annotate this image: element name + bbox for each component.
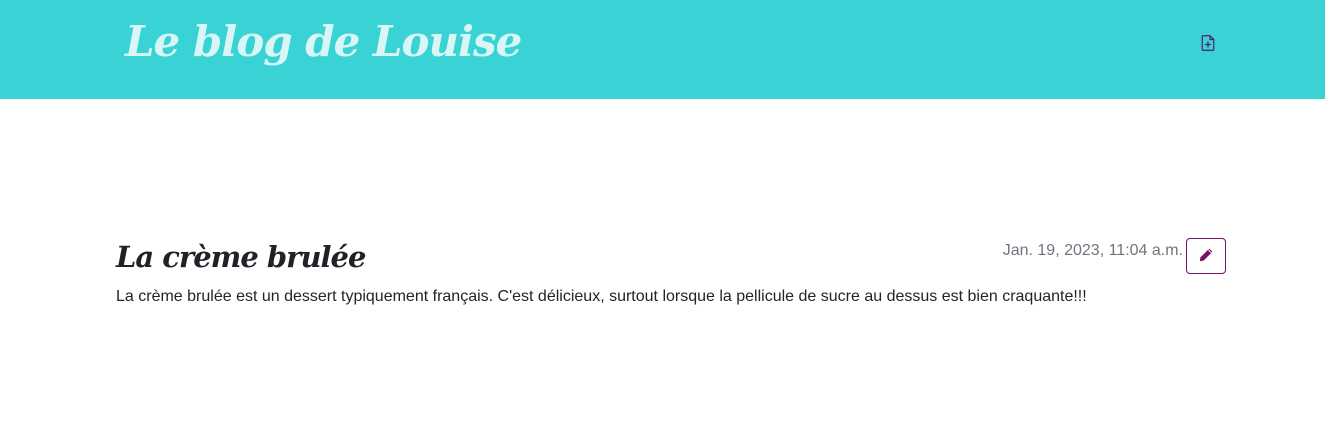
file-plus-icon — [1201, 35, 1215, 51]
post-date: Jan. 19, 2023, 11:04 a.m. — [1002, 242, 1183, 259]
site-title-link[interactable]: Le blog de Louise — [125, 14, 522, 70]
post-title: La crème brulée — [116, 240, 366, 274]
new-post-link[interactable] — [1199, 34, 1217, 52]
pencil-icon — [1198, 247, 1214, 266]
post-body: La crème brulée est un dessert typiqueme… — [116, 288, 1087, 305]
edit-post-button[interactable] — [1186, 238, 1226, 274]
top-navbar: Le blog de Louise — [0, 0, 1325, 99]
